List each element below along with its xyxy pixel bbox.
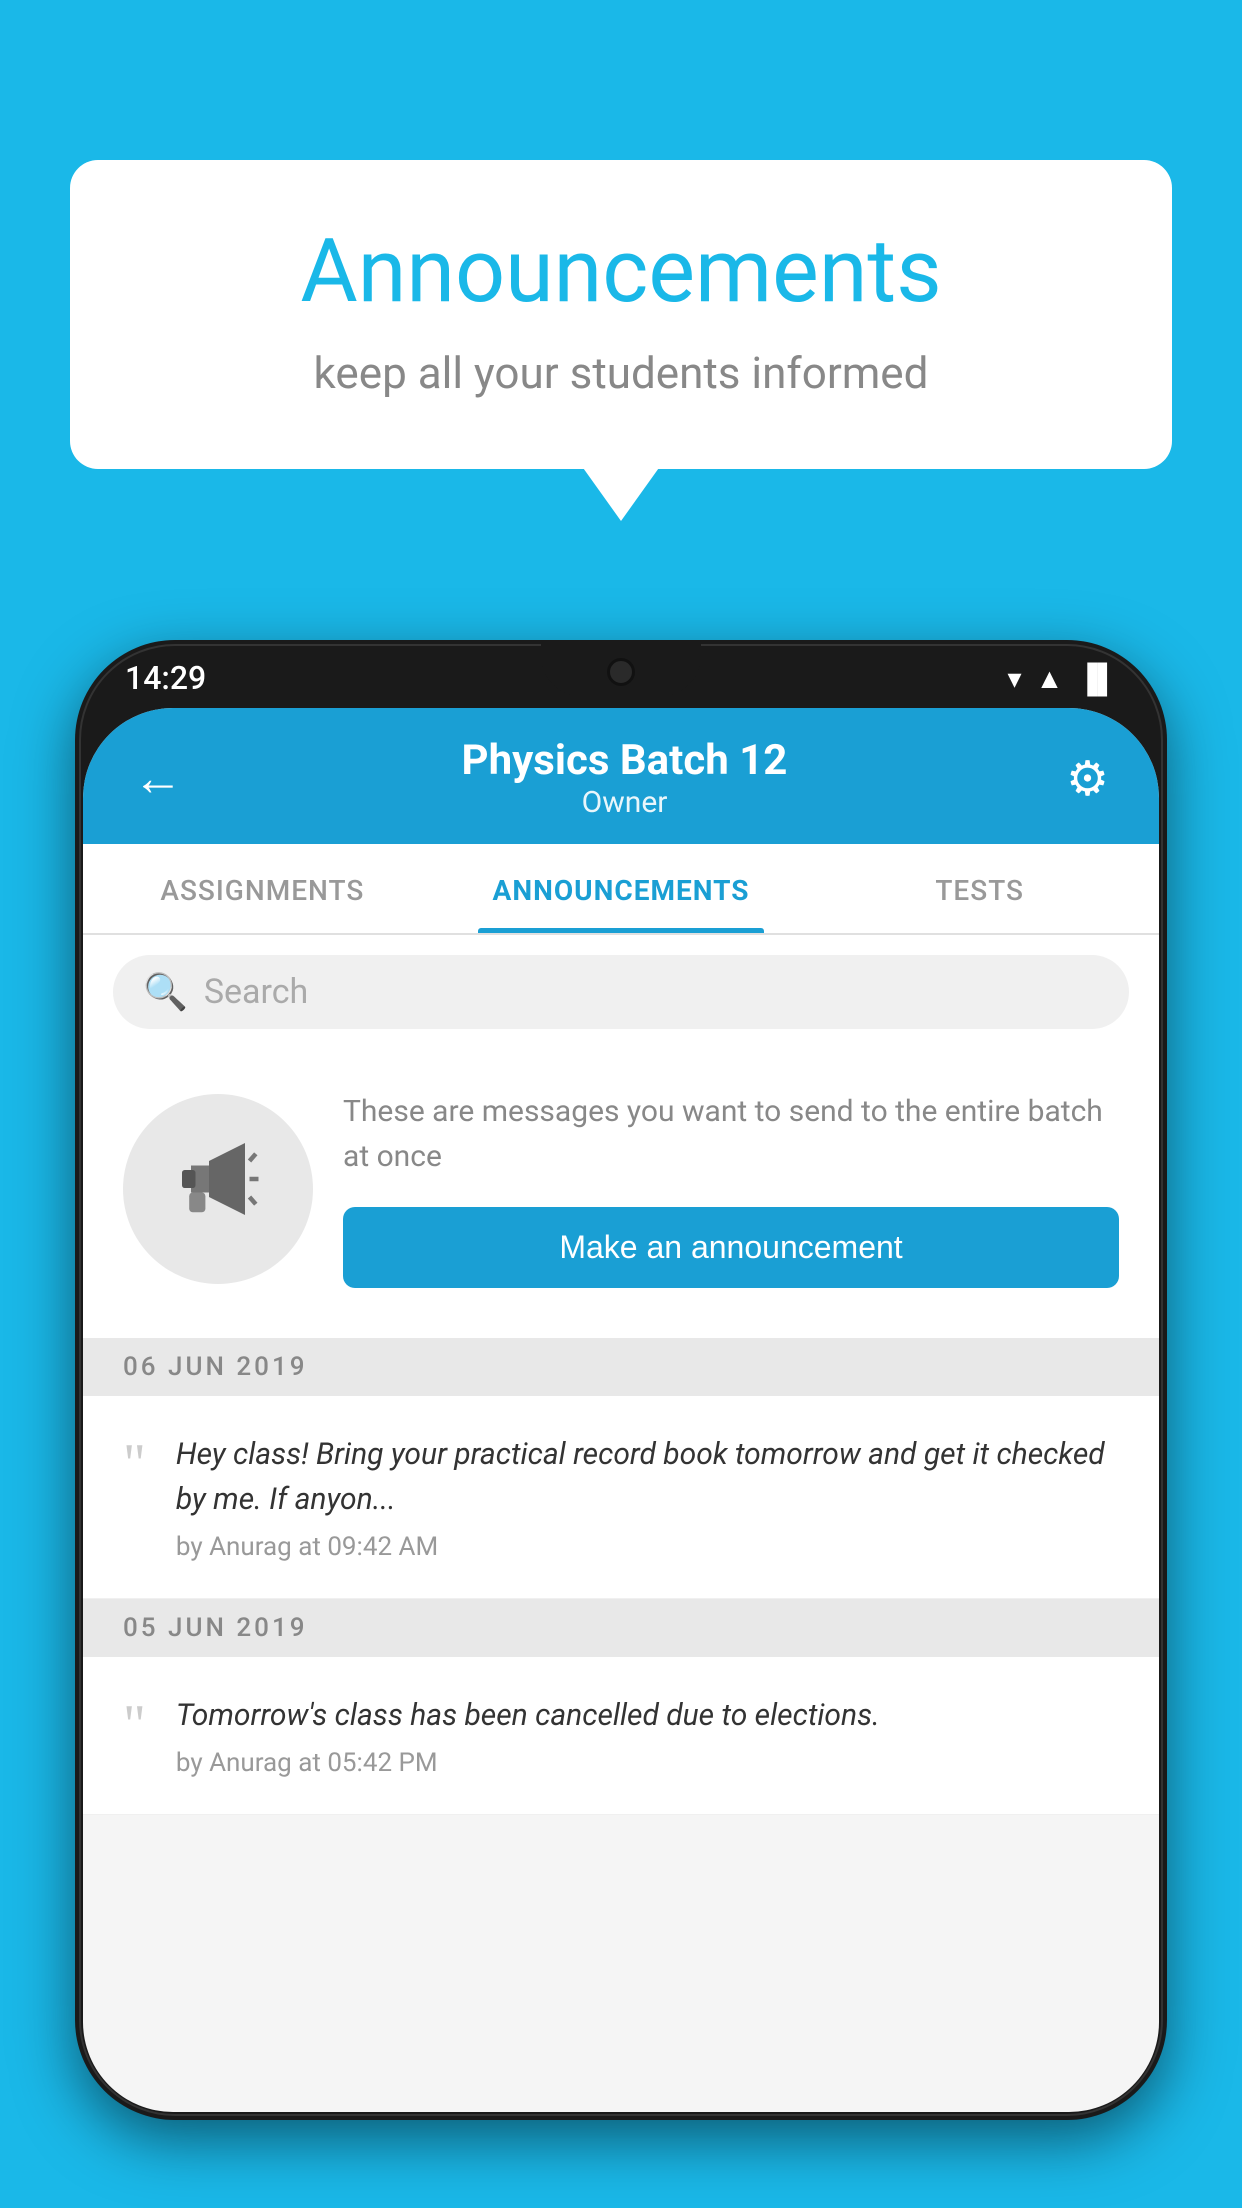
search-input-wrapper[interactable]: 🔍 Search: [113, 955, 1129, 1029]
promo-icon-circle: [123, 1094, 313, 1284]
battery-icon: ▐▌: [1077, 662, 1117, 695]
tabs-bar: ASSIGNMENTS ANNOUNCEMENTS TESTS: [83, 844, 1159, 935]
megaphone-icon: [173, 1134, 263, 1244]
announcement-text-1: Hey class! Bring your practical record b…: [176, 1432, 1119, 1522]
camera-dot: [607, 658, 635, 686]
tab-assignments[interactable]: ASSIGNMENTS: [83, 844, 442, 933]
status-icons: ▾ ▲ ▐▌: [1008, 662, 1117, 695]
phone-notch: [541, 640, 701, 696]
promo-text-group: These are messages you want to send to t…: [343, 1089, 1119, 1288]
header-title-group: Physics Batch 12 Owner: [183, 736, 1066, 820]
promo-description: These are messages you want to send to t…: [343, 1089, 1119, 1179]
quote-icon-1: ": [123, 1436, 146, 1492]
speech-bubble-container: Announcements keep all your students inf…: [70, 160, 1172, 469]
quote-icon-2: ": [123, 1697, 146, 1753]
tab-tests[interactable]: TESTS: [800, 844, 1159, 933]
tab-announcements[interactable]: ANNOUNCEMENTS: [442, 844, 801, 933]
announcement-author-1: by Anurag at 09:42 AM: [176, 1532, 1119, 1562]
date-separator-1: 06 JUN 2019: [83, 1338, 1159, 1396]
announcement-author-2: by Anurag at 05:42 PM: [176, 1748, 1119, 1778]
promo-card: These are messages you want to send to t…: [83, 1049, 1159, 1338]
app-subtitle: keep all your students informed: [150, 347, 1092, 399]
announcement-content-2: Tomorrow's class has been cancelled due …: [176, 1693, 1119, 1778]
announcement-content-1: Hey class! Bring your practical record b…: [176, 1432, 1119, 1562]
phone-frame: 14:29 ▾ ▲ ▐▌ ← Physics Batch 12 Owner ⚙ …: [75, 640, 1167, 2120]
wifi-icon: ▾: [1008, 662, 1022, 695]
batch-role: Owner: [183, 785, 1066, 820]
app-header: ← Physics Batch 12 Owner ⚙: [83, 708, 1159, 844]
app-screen: ← Physics Batch 12 Owner ⚙ ASSIGNMENTS A…: [83, 708, 1159, 2112]
announcement-item-2[interactable]: " Tomorrow's class has been cancelled du…: [83, 1657, 1159, 1815]
date-separator-2: 05 JUN 2019: [83, 1599, 1159, 1657]
search-input[interactable]: Search: [204, 972, 308, 1012]
announcement-text-2: Tomorrow's class has been cancelled due …: [176, 1693, 1119, 1738]
signal-icon: ▲: [1036, 662, 1064, 695]
settings-button[interactable]: ⚙: [1066, 750, 1109, 807]
phone-container: 14:29 ▾ ▲ ▐▌ ← Physics Batch 12 Owner ⚙ …: [75, 640, 1167, 2208]
app-title: Announcements: [150, 220, 1092, 323]
make-announcement-button[interactable]: Make an announcement: [343, 1207, 1119, 1288]
status-time: 14:29: [125, 659, 206, 697]
back-button[interactable]: ←: [133, 749, 183, 808]
announcement-item-1[interactable]: " Hey class! Bring your practical record…: [83, 1396, 1159, 1599]
search-container: 🔍 Search: [83, 935, 1159, 1049]
search-icon: 🔍: [143, 971, 188, 1013]
speech-bubble: Announcements keep all your students inf…: [70, 160, 1172, 469]
batch-title: Physics Batch 12: [183, 736, 1066, 785]
